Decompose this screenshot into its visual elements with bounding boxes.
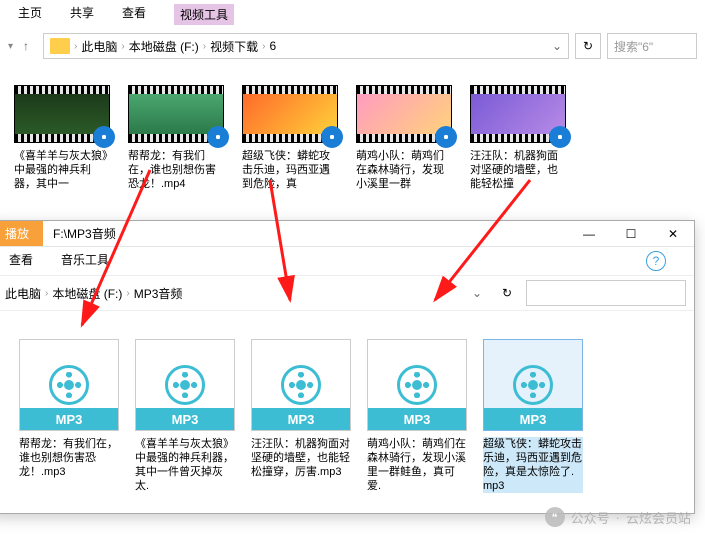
file-label: 萌鸡小队：萌鸡们在森林骑行，发现小溪里一群鲑鱼，真可爱.: [367, 437, 467, 493]
video-file[interactable]: 汪汪队：机器狗面对坚硬的墙壁，也能轻松撞: [470, 85, 566, 191]
mp3-file[interactable]: MP3 超级飞侠：蟒蛇攻击乐迪，玛西亚遇到危险，真是太惊险了.mp3: [483, 339, 583, 493]
video-thumbnail: [470, 85, 566, 143]
address-bar: 此电脑 › 本地磁盘 (F:) › MP3音频 ⌄ ↻: [0, 275, 694, 311]
film-reel-icon: [49, 365, 89, 405]
tab-view[interactable]: 查看: [122, 4, 146, 25]
mp3-thumbnail: MP3: [483, 339, 583, 431]
watermark: ❝ 公众号 · 云炫会员站: [545, 507, 691, 527]
chevron-right-icon: ›: [74, 41, 77, 52]
chevron-right-icon: ›: [121, 41, 124, 52]
mp3-thumbnail: MP3: [19, 339, 119, 431]
tab-share[interactable]: 共享: [70, 4, 94, 25]
player-badge-icon: [207, 126, 229, 148]
ribbon-tabs: 查看 音乐工具 ?: [0, 247, 694, 275]
video-thumbnail: [356, 85, 452, 143]
refresh-button[interactable]: ↻: [494, 280, 520, 306]
ribbon-tabs: 主页 共享 查看 视频工具: [0, 0, 705, 29]
breadcrumb[interactable]: 此电脑 › 本地磁盘 (F:) › MP3音频 ⌄: [0, 280, 488, 306]
mp3-folder-window: 播放 F:\MP3音频 — ☐ ✕ 查看 音乐工具 ? 此电脑 › 本地磁盘 (…: [0, 220, 695, 514]
watermark-prefix: 公众号: [571, 508, 610, 527]
film-reel-icon: [165, 365, 205, 405]
tab-video-tools[interactable]: 视频工具: [174, 4, 234, 25]
player-badge-icon: [435, 126, 457, 148]
mp3-tag: MP3: [368, 408, 466, 430]
mp3-tag: MP3: [20, 408, 118, 430]
chevron-right-icon: ›: [203, 41, 206, 52]
file-label: 超级飞侠：蟒蛇攻击乐迪，玛西亚遇到危险，真是太惊险了.mp3: [483, 437, 583, 493]
player-badge-icon: [549, 126, 571, 148]
mp3-items: MP3 帮帮龙：有我们在，谁也别想伤害恐龙！.mp3 MP3 《喜羊羊与灰太狼》…: [0, 311, 694, 513]
video-file[interactable]: 超级飞侠：蟒蛇攻击乐迪，玛西亚遇到危险，真: [242, 85, 338, 191]
mp3-file[interactable]: MP3 汪汪队：机器狗面对坚硬的墙壁，也能轻松撞穿，厉害.mp3: [251, 339, 351, 493]
breadcrumb[interactable]: › 此电脑 › 本地磁盘 (F:) › 视频下载 › 6 ⌄: [43, 33, 569, 59]
video-file[interactable]: 《喜羊羊与灰太狼》中最强的神兵利器，其中一: [14, 85, 110, 191]
tab-view[interactable]: 查看: [9, 251, 33, 271]
video-folder-window: 主页 共享 查看 视频工具 ▾ ↑ › 此电脑 › 本地磁盘 (F:) › 视频…: [0, 0, 705, 201]
file-label: 《喜羊羊与灰太狼》中最强的神兵利器，其中一件曾灭掉灰太.: [135, 437, 235, 493]
minimize-button[interactable]: —: [568, 221, 610, 247]
player-badge-icon: [321, 126, 343, 148]
nav-buttons: ▾ ↑: [8, 35, 37, 57]
file-label: 萌鸡小队：萌鸡们在森林骑行，发现小溪里一群: [356, 149, 452, 191]
mp3-file[interactable]: MP3 帮帮龙：有我们在，谁也别想伤害恐龙！.mp3: [19, 339, 119, 493]
crumb-pc[interactable]: 此电脑: [81, 38, 117, 55]
file-label: 《喜羊羊与灰太狼》中最强的神兵利器，其中一: [14, 149, 110, 191]
chevron-right-icon: ›: [262, 41, 265, 52]
tab-home[interactable]: 主页: [18, 4, 42, 25]
chevron-right-icon: ›: [126, 288, 129, 299]
video-file[interactable]: 帮帮龙：有我们在，谁也别想伤害恐龙！.mp4: [128, 85, 224, 191]
video-thumbnail: [242, 85, 338, 143]
video-thumbnail: [128, 85, 224, 143]
crumb-current[interactable]: 6: [269, 39, 276, 53]
mp3-tag: MP3: [484, 408, 582, 430]
mp3-thumbnail: MP3: [135, 339, 235, 431]
file-label: 帮帮龙：有我们在，谁也别想伤害恐龙！.mp4: [128, 149, 224, 191]
film-reel-icon: [281, 365, 321, 405]
crumb-pc[interactable]: 此电脑: [5, 285, 41, 302]
search-input[interactable]: [526, 280, 686, 306]
file-label: 汪汪队：机器狗面对坚硬的墙壁，也能轻松撞穿，厉害.mp3: [251, 437, 351, 479]
address-bar: ▾ ↑ › 此电脑 › 本地磁盘 (F:) › 视频下载 › 6 ⌄ ↻ 搜索"…: [0, 29, 705, 63]
refresh-button[interactable]: ↻: [575, 33, 601, 59]
nav-up-button[interactable]: ↑: [15, 35, 37, 57]
mp3-thumbnail: MP3: [251, 339, 351, 431]
folder-icon: [50, 38, 70, 54]
crumb-disk[interactable]: 本地磁盘 (F:): [129, 38, 199, 55]
mp3-tag: MP3: [136, 408, 234, 430]
close-button[interactable]: ✕: [652, 221, 694, 247]
mp3-file[interactable]: MP3 萌鸡小队：萌鸡们在森林骑行，发现小溪里一群鲑鱼，真可爱.: [367, 339, 467, 493]
film-reel-icon: [513, 365, 553, 405]
wechat-icon: ❝: [545, 507, 565, 527]
window-title: F:\MP3音频: [53, 225, 116, 242]
nav-up-icon[interactable]: ▾: [8, 41, 13, 52]
video-file[interactable]: 萌鸡小队：萌鸡们在森林骑行，发现小溪里一群: [356, 85, 452, 191]
help-icon[interactable]: ?: [646, 251, 666, 271]
tab-play[interactable]: 播放: [0, 221, 43, 246]
crumb-folder[interactable]: 视频下载: [210, 38, 258, 55]
video-thumbnail: [14, 85, 110, 143]
mp3-file[interactable]: MP3 《喜羊羊与灰太狼》中最强的神兵利器，其中一件曾灭掉灰太.: [135, 339, 235, 493]
mp3-tag: MP3: [252, 408, 350, 430]
breadcrumb-dropdown-icon[interactable]: ⌄: [552, 39, 562, 53]
crumb-current[interactable]: MP3音频: [134, 285, 183, 302]
film-reel-icon: [397, 365, 437, 405]
chevron-right-icon: ›: [45, 288, 48, 299]
video-items: 《喜羊羊与灰太狼》中最强的神兵利器，其中一 帮帮龙：有我们在，谁也别想伤害恐龙！…: [0, 63, 705, 201]
file-label: 帮帮龙：有我们在，谁也别想伤害恐龙！.mp3: [19, 437, 119, 479]
title-bar: 播放 F:\MP3音频 — ☐ ✕: [0, 221, 694, 247]
player-badge-icon: [93, 126, 115, 148]
search-input[interactable]: 搜索"6": [607, 33, 697, 59]
mp3-thumbnail: MP3: [367, 339, 467, 431]
watermark-name: 云炫会员站: [626, 508, 691, 527]
breadcrumb-dropdown-icon[interactable]: ⌄: [472, 286, 482, 300]
file-label: 汪汪队：机器狗面对坚硬的墙壁，也能轻松撞: [470, 149, 566, 191]
maximize-button[interactable]: ☐: [610, 221, 652, 247]
file-label: 超级飞侠：蟒蛇攻击乐迪，玛西亚遇到危险，真: [242, 149, 338, 191]
tab-music-tools[interactable]: 音乐工具: [61, 251, 109, 271]
crumb-disk[interactable]: 本地磁盘 (F:): [52, 285, 122, 302]
